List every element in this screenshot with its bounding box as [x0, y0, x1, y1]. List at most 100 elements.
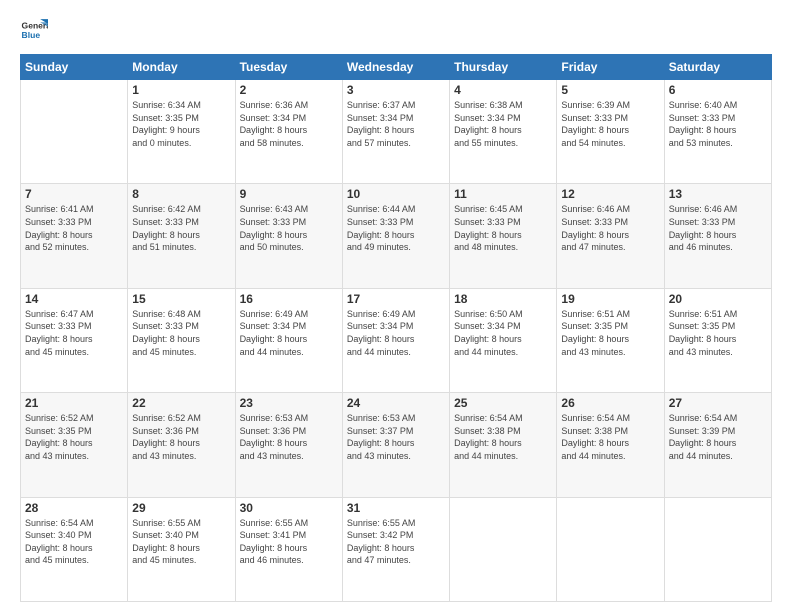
day-info: Sunrise: 6:54 AM Sunset: 3:39 PM Dayligh… [669, 412, 767, 462]
week-row-0: 1Sunrise: 6:34 AM Sunset: 3:35 PM Daylig… [21, 80, 772, 184]
day-info: Sunrise: 6:43 AM Sunset: 3:33 PM Dayligh… [240, 203, 338, 253]
day-cell: 13 Sunrise: 6:46 AM Sunset: 3:33 PM Dayli… [664, 184, 771, 288]
day-number: 2 [240, 83, 338, 97]
day-info: Sunrise: 6:53 AM Sunset: 3:37 PM Dayligh… [347, 412, 445, 462]
week-row-2: 14 Sunrise: 6:47 AM Sunset: 3:33 PM Dayli… [21, 288, 772, 392]
day-info: Sunrise: 6:34 AM Sunset: 3:35 PM Dayligh… [132, 99, 230, 149]
day-info: Sunrise: 6:45 AM Sunset: 3:33 PM Dayligh… [454, 203, 552, 253]
day-cell: 21 Sunrise: 6:52 AM Sunset: 3:35 PM Dayli… [21, 393, 128, 497]
day-info: Sunrise: 6:52 AM Sunset: 3:35 PM Dayligh… [25, 412, 123, 462]
day-number: 8 [132, 187, 230, 201]
day-number: 14 [25, 292, 123, 306]
day-number: 22 [132, 396, 230, 410]
header-row: SundayMondayTuesdayWednesdayThursdayFrid… [21, 55, 772, 80]
day-cell: 8 Sunrise: 6:42 AM Sunset: 3:33 PM Daylig… [128, 184, 235, 288]
day-number: 29 [132, 501, 230, 515]
day-number: 21 [25, 396, 123, 410]
day-number: 17 [347, 292, 445, 306]
logo-icon: General Blue [20, 16, 48, 44]
day-number: 3 [347, 83, 445, 97]
col-header-monday: Monday [128, 55, 235, 80]
week-row-3: 21 Sunrise: 6:52 AM Sunset: 3:35 PM Dayli… [21, 393, 772, 497]
day-info: Sunrise: 6:54 AM Sunset: 3:40 PM Dayligh… [25, 517, 123, 567]
week-row-4: 28 Sunrise: 6:54 AM Sunset: 3:40 PM Dayli… [21, 497, 772, 601]
day-cell: 16 Sunrise: 6:49 AM Sunset: 3:34 PM Dayli… [235, 288, 342, 392]
day-number: 23 [240, 396, 338, 410]
day-cell [664, 497, 771, 601]
day-number: 26 [561, 396, 659, 410]
svg-text:Blue: Blue [22, 30, 41, 40]
day-cell: 20 Sunrise: 6:51 AM Sunset: 3:35 PM Dayli… [664, 288, 771, 392]
logo: General Blue [20, 16, 48, 44]
day-cell: 15 Sunrise: 6:48 AM Sunset: 3:33 PM Dayli… [128, 288, 235, 392]
day-info: Sunrise: 6:42 AM Sunset: 3:33 PM Dayligh… [132, 203, 230, 253]
day-cell: 31 Sunrise: 6:55 AM Sunset: 3:42 PM Dayli… [342, 497, 449, 601]
day-cell [21, 80, 128, 184]
day-number: 15 [132, 292, 230, 306]
day-number: 18 [454, 292, 552, 306]
day-cell [450, 497, 557, 601]
day-info: Sunrise: 6:55 AM Sunset: 3:40 PM Dayligh… [132, 517, 230, 567]
day-info: Sunrise: 6:49 AM Sunset: 3:34 PM Dayligh… [347, 308, 445, 358]
day-info: Sunrise: 6:55 AM Sunset: 3:41 PM Dayligh… [240, 517, 338, 567]
day-number: 13 [669, 187, 767, 201]
day-cell: 6Sunrise: 6:40 AM Sunset: 3:33 PM Daylig… [664, 80, 771, 184]
day-cell: 22 Sunrise: 6:52 AM Sunset: 3:36 PM Dayli… [128, 393, 235, 497]
day-number: 31 [347, 501, 445, 515]
day-number: 20 [669, 292, 767, 306]
col-header-thursday: Thursday [450, 55, 557, 80]
day-number: 19 [561, 292, 659, 306]
day-cell: 28 Sunrise: 6:54 AM Sunset: 3:40 PM Dayli… [21, 497, 128, 601]
day-info: Sunrise: 6:52 AM Sunset: 3:36 PM Dayligh… [132, 412, 230, 462]
day-cell: 23Sunrise: 6:53 AM Sunset: 3:36 PM Dayli… [235, 393, 342, 497]
day-cell: 4Sunrise: 6:38 AM Sunset: 3:34 PM Daylig… [450, 80, 557, 184]
day-info: Sunrise: 6:49 AM Sunset: 3:34 PM Dayligh… [240, 308, 338, 358]
day-info: Sunrise: 6:54 AM Sunset: 3:38 PM Dayligh… [561, 412, 659, 462]
day-cell: 17 Sunrise: 6:49 AM Sunset: 3:34 PM Dayli… [342, 288, 449, 392]
day-number: 25 [454, 396, 552, 410]
day-info: Sunrise: 6:41 AM Sunset: 3:33 PM Dayligh… [25, 203, 123, 253]
day-cell: 5Sunrise: 6:39 AM Sunset: 3:33 PM Daylig… [557, 80, 664, 184]
svg-text:General: General [22, 20, 48, 30]
day-cell: 27 Sunrise: 6:54 AM Sunset: 3:39 PM Dayli… [664, 393, 771, 497]
day-cell: 10Sunrise: 6:44 AM Sunset: 3:33 PM Dayli… [342, 184, 449, 288]
day-number: 9 [240, 187, 338, 201]
day-number: 11 [454, 187, 552, 201]
day-info: Sunrise: 6:44 AM Sunset: 3:33 PM Dayligh… [347, 203, 445, 253]
day-number: 6 [669, 83, 767, 97]
day-info: Sunrise: 6:39 AM Sunset: 3:33 PM Dayligh… [561, 99, 659, 149]
day-info: Sunrise: 6:51 AM Sunset: 3:35 PM Dayligh… [669, 308, 767, 358]
day-cell: 25 Sunrise: 6:54 AM Sunset: 3:38 PM Dayli… [450, 393, 557, 497]
day-cell: 18 Sunrise: 6:50 AM Sunset: 3:34 PM Dayli… [450, 288, 557, 392]
day-info: Sunrise: 6:47 AM Sunset: 3:33 PM Dayligh… [25, 308, 123, 358]
day-cell: 1Sunrise: 6:34 AM Sunset: 3:35 PM Daylig… [128, 80, 235, 184]
day-number: 7 [25, 187, 123, 201]
day-cell: 30 Sunrise: 6:55 AM Sunset: 3:41 PM Dayli… [235, 497, 342, 601]
day-cell: 19 Sunrise: 6:51 AM Sunset: 3:35 PM Dayli… [557, 288, 664, 392]
day-cell: 2 Sunrise: 6:36 AM Sunset: 3:34 PM Daylig… [235, 80, 342, 184]
day-cell: 26 Sunrise: 6:54 AM Sunset: 3:38 PM Dayli… [557, 393, 664, 497]
day-cell: 7 Sunrise: 6:41 AM Sunset: 3:33 PM Daylig… [21, 184, 128, 288]
day-number: 30 [240, 501, 338, 515]
day-cell [557, 497, 664, 601]
day-number: 16 [240, 292, 338, 306]
day-info: Sunrise: 6:46 AM Sunset: 3:33 PM Dayligh… [561, 203, 659, 253]
day-info: Sunrise: 6:46 AM Sunset: 3:33 PM Dayligh… [669, 203, 767, 253]
day-number: 24 [347, 396, 445, 410]
col-header-wednesday: Wednesday [342, 55, 449, 80]
day-info: Sunrise: 6:48 AM Sunset: 3:33 PM Dayligh… [132, 308, 230, 358]
day-info: Sunrise: 6:51 AM Sunset: 3:35 PM Dayligh… [561, 308, 659, 358]
week-row-1: 7 Sunrise: 6:41 AM Sunset: 3:33 PM Daylig… [21, 184, 772, 288]
day-info: Sunrise: 6:54 AM Sunset: 3:38 PM Dayligh… [454, 412, 552, 462]
day-number: 4 [454, 83, 552, 97]
day-info: Sunrise: 6:37 AM Sunset: 3:34 PM Dayligh… [347, 99, 445, 149]
day-info: Sunrise: 6:36 AM Sunset: 3:34 PM Dayligh… [240, 99, 338, 149]
day-cell: 14 Sunrise: 6:47 AM Sunset: 3:33 PM Dayli… [21, 288, 128, 392]
day-number: 27 [669, 396, 767, 410]
day-cell: 3 Sunrise: 6:37 AM Sunset: 3:34 PM Daylig… [342, 80, 449, 184]
day-info: Sunrise: 6:55 AM Sunset: 3:42 PM Dayligh… [347, 517, 445, 567]
day-cell: 11 Sunrise: 6:45 AM Sunset: 3:33 PM Dayli… [450, 184, 557, 288]
day-cell: 24 Sunrise: 6:53 AM Sunset: 3:37 PM Dayli… [342, 393, 449, 497]
day-info: Sunrise: 6:50 AM Sunset: 3:34 PM Dayligh… [454, 308, 552, 358]
day-number: 28 [25, 501, 123, 515]
